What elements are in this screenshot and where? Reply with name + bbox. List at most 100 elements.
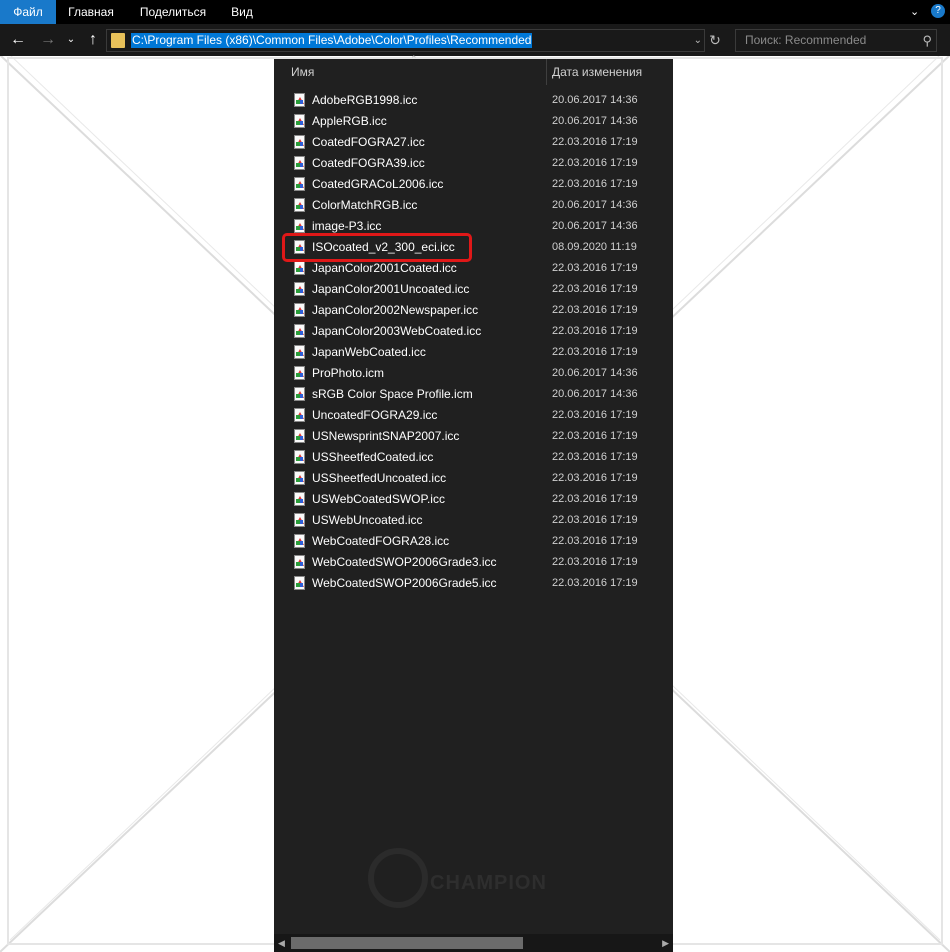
file-row[interactable]: ColorMatchRGB.icc 20.06.2017 14:36	[292, 195, 672, 216]
file-name[interactable]: JapanColor2002Newspaper.icc	[312, 300, 478, 321]
file-modified-date: 22.03.2016 17:19	[552, 493, 638, 505]
back-arrow-icon[interactable]: ←	[8, 24, 28, 56]
file-modified-date: 22.03.2016 17:19	[552, 325, 638, 337]
color-profile-file-icon	[294, 198, 305, 212]
address-bar[interactable]: C:\Program Files (x86)\Common Files\Adob…	[106, 29, 705, 52]
address-path[interactable]: C:\Program Files (x86)\Common Files\Adob…	[131, 33, 533, 48]
color-profile-file-icon	[294, 219, 305, 233]
file-name[interactable]: CoatedFOGRA39.icc	[312, 153, 425, 174]
scrollbar-thumb[interactable]	[291, 937, 523, 949]
file-modified-date: 20.06.2017 14:36	[552, 199, 638, 211]
file-name[interactable]: JapanWebCoated.icc	[312, 342, 426, 363]
color-profile-file-icon	[294, 114, 305, 128]
file-name[interactable]: JapanColor2003WebCoated.icc	[312, 321, 481, 342]
ribbon-expand-chevron-icon[interactable]: ⌄	[910, 0, 919, 24]
horizontal-scrollbar[interactable]: ◀ ▶	[274, 934, 673, 952]
file-row[interactable]: USWebUncoated.icc 22.03.2016 17:19	[292, 510, 672, 531]
file-name[interactable]: CoatedFOGRA27.icc	[312, 132, 425, 153]
color-profile-file-icon	[294, 408, 305, 422]
color-profile-file-icon	[294, 282, 305, 296]
file-list-pane: ⌃ Имя Дата изменения AdobeRGB1998.icc 20.…	[274, 54, 673, 952]
file-row[interactable]: JapanColor2001Uncoated.icc 22.03.2016 17:…	[292, 279, 672, 300]
file-row[interactable]: CoatedFOGRA27.icc 22.03.2016 17:19	[292, 132, 672, 153]
file-name[interactable]: USSheetfedUncoated.icc	[312, 468, 446, 489]
file-row[interactable]: WebCoatedSWOP2006Grade3.icc 22.03.2016 17…	[292, 552, 672, 573]
file-name[interactable]: UncoatedFOGRA29.icc	[312, 405, 437, 426]
file-row[interactable]: USSheetfedUncoated.icc 22.03.2016 17:19	[292, 468, 672, 489]
file-name[interactable]: USSheetfedCoated.icc	[312, 447, 433, 468]
search-placeholder: Поиск: Recommended	[745, 33, 867, 47]
file-row[interactable]: UncoatedFOGRA29.icc 22.03.2016 17:19	[292, 405, 672, 426]
scroll-left-icon[interactable]: ◀	[278, 934, 285, 952]
ribbon: Файл Главная Поделиться Вид ⌄ ?	[0, 0, 950, 24]
column-header: ⌃ Имя Дата изменения	[274, 54, 673, 85]
file-row[interactable]: AppleRGB.icc 20.06.2017 14:36	[292, 111, 672, 132]
file-name[interactable]: AdobeRGB1998.icc	[312, 90, 417, 111]
up-arrow-icon[interactable]: ↑	[84, 24, 102, 56]
tab-home[interactable]: Главная	[60, 0, 122, 24]
file-row[interactable]: AdobeRGB1998.icc 20.06.2017 14:36	[292, 90, 672, 111]
file-row[interactable]: WebCoatedFOGRA28.icc 22.03.2016 17:19	[292, 531, 672, 552]
forward-arrow-icon[interactable]: →	[38, 24, 58, 56]
color-profile-file-icon	[294, 471, 305, 485]
file-modified-date: 20.06.2017 14:36	[552, 220, 638, 232]
file-modified-date: 22.03.2016 17:19	[552, 472, 638, 484]
file-name[interactable]: WebCoatedSWOP2006Grade3.icc	[312, 552, 497, 573]
file-row[interactable]: ProPhoto.icm 20.06.2017 14:36	[292, 363, 672, 384]
file-name[interactable]: WebCoatedFOGRA28.icc	[312, 531, 449, 552]
file-row[interactable]: JapanWebCoated.icc 22.03.2016 17:19	[292, 342, 672, 363]
color-profile-file-icon	[294, 387, 305, 401]
file-modified-date: 22.03.2016 17:19	[552, 409, 638, 421]
tab-file[interactable]: Файл	[0, 0, 56, 24]
color-profile-file-icon	[294, 93, 305, 107]
color-profile-file-icon	[294, 303, 305, 317]
tab-share[interactable]: Поделиться	[132, 0, 214, 24]
file-modified-date: 22.03.2016 17:19	[552, 283, 638, 295]
file-row[interactable]: USNewsprintSNAP2007.icc 22.03.2016 17:19	[292, 426, 672, 447]
watermark-text: CHAMPION	[430, 872, 547, 894]
file-row[interactable]: JapanColor2003WebCoated.icc 22.03.2016 17…	[292, 321, 672, 342]
file-row[interactable]: CoatedGRACoL2006.icc 22.03.2016 17:19	[292, 174, 672, 195]
tab-view[interactable]: Вид	[222, 0, 262, 24]
file-name[interactable]: USWebCoatedSWOP.icc	[312, 489, 445, 510]
search-icon[interactable]: ⚲	[922, 30, 932, 51]
column-date-header[interactable]: Дата изменения	[552, 59, 642, 85]
file-row[interactable]: JapanColor2002Newspaper.icc 22.03.2016 17…	[292, 300, 672, 321]
file-modified-date: 20.06.2017 14:36	[552, 115, 638, 127]
search-box[interactable]: Поиск: Recommended ⚲	[735, 29, 937, 52]
file-name[interactable]: ProPhoto.icm	[312, 363, 384, 384]
color-profile-file-icon	[294, 576, 305, 590]
file-name[interactable]: ColorMatchRGB.icc	[312, 195, 417, 216]
column-name-header[interactable]: Имя	[291, 59, 314, 85]
color-profile-file-icon	[294, 450, 305, 464]
file-name[interactable]: USWebUncoated.icc	[312, 510, 423, 531]
file-name[interactable]: JapanColor2001Uncoated.icc	[312, 279, 469, 300]
file-name[interactable]: sRGB Color Space Profile.icm	[312, 384, 473, 405]
file-row[interactable]: WebCoatedSWOP2006Grade5.icc 22.03.2016 17…	[292, 573, 672, 594]
recent-locations-chevron-down-icon[interactable]: ⌄	[64, 24, 78, 56]
file-name[interactable]: WebCoatedSWOP2006Grade5.icc	[312, 573, 497, 594]
color-profile-file-icon	[294, 324, 305, 338]
file-row[interactable]: sRGB Color Space Profile.icm 20.06.2017 1…	[292, 384, 672, 405]
sort-ascending-icon: ⌃	[410, 54, 418, 64]
scroll-right-icon[interactable]: ▶	[662, 934, 669, 952]
file-name[interactable]: CoatedGRACoL2006.icc	[312, 174, 443, 195]
color-profile-file-icon	[294, 345, 305, 359]
file-modified-date: 20.06.2017 14:36	[552, 388, 638, 400]
color-profile-file-icon	[294, 534, 305, 548]
folder-icon	[111, 33, 125, 48]
file-row[interactable]: CoatedFOGRA39.icc 22.03.2016 17:19	[292, 153, 672, 174]
file-name[interactable]: AppleRGB.icc	[312, 111, 387, 132]
file-row[interactable]: USWebCoatedSWOP.icc 22.03.2016 17:19	[292, 489, 672, 510]
file-name[interactable]: USNewsprintSNAP2007.icc	[312, 426, 459, 447]
file-modified-date: 20.06.2017 14:36	[552, 94, 638, 106]
color-profile-file-icon	[294, 177, 305, 191]
column-divider[interactable]	[546, 59, 547, 85]
help-icon[interactable]: ?	[931, 4, 945, 18]
file-row[interactable]: USSheetfedCoated.icc 22.03.2016 17:19	[292, 447, 672, 468]
refresh-icon[interactable]: ↻	[706, 30, 724, 51]
color-profile-file-icon	[294, 261, 305, 275]
file-modified-date: 22.03.2016 17:19	[552, 535, 638, 547]
address-dropdown-chevron-down-icon[interactable]: ⌄	[694, 30, 702, 51]
color-profile-file-icon	[294, 513, 305, 527]
